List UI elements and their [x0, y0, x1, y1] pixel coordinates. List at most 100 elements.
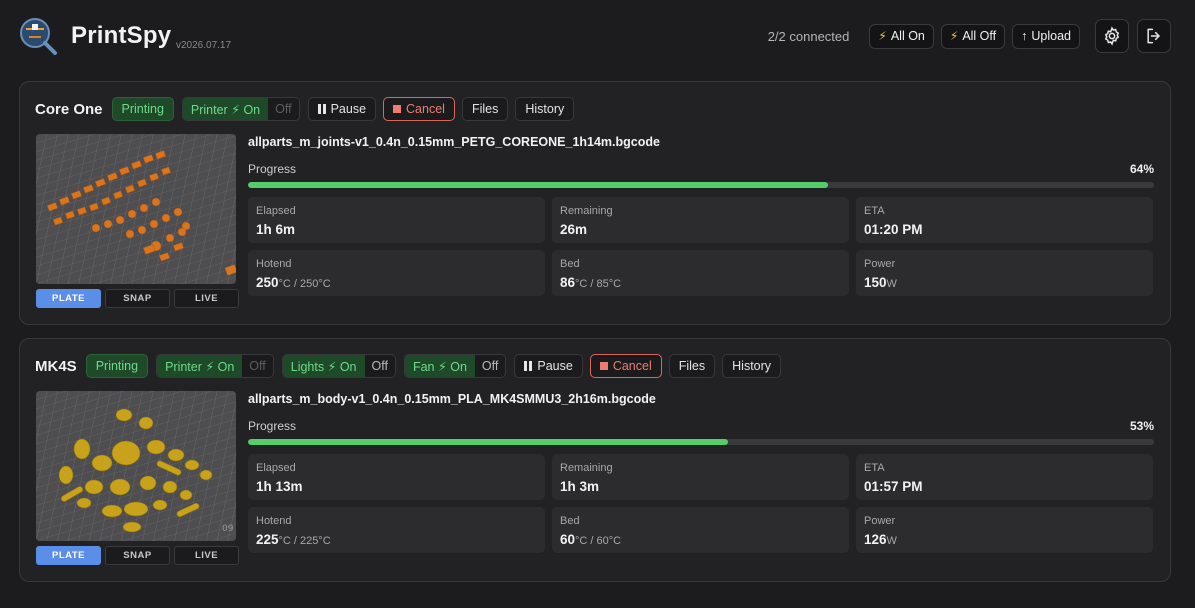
- power-value: 150: [864, 275, 887, 290]
- stat-label: ETA: [864, 205, 885, 217]
- cancel-button[interactable]: Cancel: [383, 97, 455, 121]
- printer-card-core-one: Core One Printing Printer ⚡ On Off Pause…: [19, 81, 1171, 325]
- hotend-target: °C / 225°C: [278, 535, 331, 547]
- fan-toggle: Fan ⚡ On Off: [403, 354, 507, 378]
- fan-on-button[interactable]: Fan ⚡ On: [404, 355, 475, 377]
- pause-icon: [524, 361, 533, 371]
- stat-label: ETA: [864, 462, 885, 474]
- app-title: PrintSpy: [71, 22, 172, 49]
- history-button[interactable]: History: [515, 97, 575, 121]
- printer-card-mk4s: MK4S Printing Printer ⚡ On Off Lights ⚡ …: [19, 338, 1171, 582]
- pause-button[interactable]: Pause: [307, 97, 377, 121]
- stat-value: 60°C / 60°C: [560, 532, 621, 547]
- printspy-logo-icon: [18, 16, 58, 56]
- settings-button[interactable]: [1095, 19, 1129, 53]
- all-off-button[interactable]: ⚡ All Off: [940, 23, 1006, 49]
- upload-button[interactable]: ↑ Upload: [1012, 23, 1080, 49]
- stat-eta: ETA 01:20 PM: [856, 197, 1153, 243]
- power-value: 126: [864, 532, 887, 547]
- progress-label: Progress: [248, 162, 297, 176]
- stat-value: 86°C / 85°C: [560, 275, 621, 290]
- stat-label: Power: [864, 258, 896, 270]
- bolt-icon: ⚡: [949, 29, 959, 43]
- stat-hotend: Hotend 225°C / 225°C: [248, 507, 545, 553]
- power-unit: W: [886, 278, 897, 290]
- stat-label: Hotend: [256, 515, 292, 527]
- stat-value: 1h 3m: [560, 479, 600, 494]
- pause-button[interactable]: Pause: [514, 354, 583, 378]
- stat-power: Power 126W: [856, 507, 1153, 553]
- app-version: v2026.07.17: [176, 40, 232, 51]
- files-button[interactable]: Files: [668, 354, 716, 378]
- status-badge: Printing: [111, 97, 174, 121]
- tab-live[interactable]: LIVE: [174, 546, 239, 565]
- logout-button[interactable]: [1137, 19, 1171, 53]
- all-on-button[interactable]: ⚡ All On: [869, 23, 934, 49]
- lights-off-button[interactable]: Off: [364, 355, 395, 377]
- files-button[interactable]: Files: [461, 97, 509, 121]
- pause-label: Pause: [537, 359, 573, 373]
- hotend-target: °C / 250°C: [278, 278, 331, 290]
- bed-temp: 60: [560, 532, 576, 547]
- stat-value: 150W: [864, 275, 897, 290]
- stat-value: 26m: [560, 222, 588, 237]
- status-badge: Printing: [85, 354, 149, 378]
- printer-off-button[interactable]: Off: [242, 355, 273, 377]
- progress-percent: 64%: [1129, 162, 1154, 176]
- stat-value: 250°C / 250°C: [256, 275, 331, 290]
- printer-name: MK4S: [35, 357, 77, 375]
- stat-value: 126W: [864, 532, 897, 547]
- stat-label: Remaining: [560, 462, 613, 474]
- tab-snap[interactable]: SNAP: [105, 546, 170, 565]
- printer-on-button[interactable]: Printer ⚡ On: [157, 355, 243, 377]
- stat-elapsed: Elapsed 1h 13m: [248, 454, 545, 500]
- stat-value: 01:57 PM: [864, 479, 923, 494]
- upload-label: Upload: [1031, 29, 1071, 43]
- plate-preview-image: 09: [36, 391, 236, 541]
- printer-power-toggle: Printer ⚡ On Off: [181, 97, 300, 121]
- view-tabs: PLATE SNAP LIVE: [36, 289, 239, 308]
- lights-on-button[interactable]: Lights ⚡ On: [282, 355, 365, 377]
- pause-label: Pause: [330, 102, 367, 116]
- upload-arrow-icon: ↑: [1021, 29, 1028, 43]
- bed-target: °C / 85°C: [575, 278, 622, 290]
- stat-power: Power 150W: [856, 250, 1153, 296]
- tab-live[interactable]: LIVE: [174, 289, 239, 308]
- printer-on-button[interactable]: Printer ⚡ On: [182, 98, 269, 120]
- plate-preview-image: [36, 134, 236, 284]
- history-button[interactable]: History: [722, 354, 782, 378]
- stop-icon: [393, 105, 402, 113]
- app-header: PrintSpy v2026.07.17 2/2 connected ⚡ All…: [0, 0, 1195, 72]
- stat-value: 1h 13m: [256, 479, 303, 494]
- stat-label: Bed: [560, 515, 580, 527]
- gear-icon: [1104, 26, 1120, 46]
- all-on-label: All On: [890, 29, 925, 43]
- stat-label: Remaining: [560, 205, 613, 217]
- stop-icon: [599, 362, 608, 370]
- progress-fill: [248, 439, 729, 445]
- all-off-label: All Off: [962, 29, 997, 43]
- pause-icon: [317, 104, 326, 114]
- tab-plate[interactable]: PLATE: [36, 289, 101, 308]
- progress-bar: [248, 182, 1154, 188]
- stat-remaining: Remaining 26m: [552, 197, 849, 243]
- stat-remaining: Remaining 1h 3m: [552, 454, 849, 500]
- connection-status: 2/2 connected: [767, 28, 850, 44]
- printer-name: Core One: [35, 100, 103, 118]
- printer-off-button[interactable]: Off: [268, 98, 299, 120]
- stat-elapsed: Elapsed 1h 6m: [248, 197, 545, 243]
- svg-text:09: 09: [222, 524, 234, 534]
- fan-off-button[interactable]: Off: [474, 355, 506, 377]
- tab-plate[interactable]: PLATE: [36, 546, 101, 565]
- progress-bar: [248, 439, 1154, 445]
- bolt-icon: ⚡: [878, 29, 887, 43]
- cancel-label: Cancel: [612, 359, 652, 373]
- stat-eta: ETA 01:57 PM: [856, 454, 1153, 500]
- stat-hotend: Hotend 250°C / 250°C: [248, 250, 545, 296]
- stat-value: 225°C / 225°C: [256, 532, 331, 547]
- logout-icon: [1147, 28, 1160, 44]
- tab-snap[interactable]: SNAP: [105, 289, 170, 308]
- bed-target: °C / 60°C: [575, 535, 622, 547]
- progress-label: Progress: [248, 419, 297, 433]
- cancel-button[interactable]: Cancel: [589, 354, 662, 378]
